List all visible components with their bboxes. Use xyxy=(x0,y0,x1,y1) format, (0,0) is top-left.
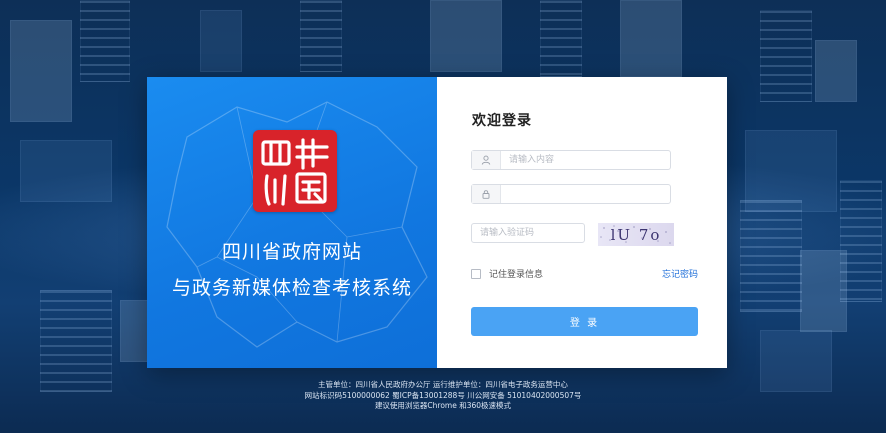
brand-panel: 四川省政府网站 与政务新媒体检查考核系统 xyxy=(147,77,437,368)
login-heading: 欢迎登录 xyxy=(472,113,532,129)
login-button[interactable]: 登 录 xyxy=(471,307,698,336)
captcha-text: lU 7o xyxy=(611,226,662,244)
bg-block xyxy=(540,0,582,77)
bg-block xyxy=(840,180,882,302)
lock-icon xyxy=(472,185,501,203)
bg-block xyxy=(200,10,242,72)
login-form: 欢迎登录 请输入内容 请输入验证码 lU 7o 记住登录信息 忘记密码 登 录 xyxy=(437,77,727,368)
bg-block xyxy=(430,0,502,72)
forgot-password-link[interactable]: 忘记密码 xyxy=(662,267,698,280)
bg-block xyxy=(760,10,812,102)
site-footer: 主管单位：四川省人民政府办公厅 运行维护单位：四川省电子政务运营中心 网站标识码… xyxy=(0,380,886,412)
bg-block xyxy=(300,0,342,72)
bg-block xyxy=(740,200,802,312)
captcha-input[interactable] xyxy=(471,223,585,243)
bg-block xyxy=(40,290,112,392)
government-seal-logo xyxy=(253,130,337,212)
password-input[interactable] xyxy=(501,186,670,202)
remember-checkbox[interactable] xyxy=(471,268,481,279)
sichuan-map-outline xyxy=(166,101,428,348)
seal-glyphs xyxy=(261,138,329,206)
username-input[interactable] xyxy=(501,152,670,168)
bg-block xyxy=(80,0,130,82)
bg-block xyxy=(20,140,112,202)
user-icon xyxy=(472,151,501,169)
username-field[interactable] xyxy=(471,150,671,170)
footer-sponsor-line: 主管单位：四川省人民政府办公厅 运行维护单位：四川省电子政务运营中心 xyxy=(318,380,568,389)
password-field[interactable] xyxy=(471,184,671,204)
remember-option[interactable]: 记住登录信息 xyxy=(471,267,543,280)
footer-registration-line: 网站标识码5100000062 蜀ICP备13001288号 川公网安备 510… xyxy=(304,390,582,400)
bg-block xyxy=(10,20,72,122)
captcha-image[interactable]: lU 7o xyxy=(598,223,674,246)
remember-label: 记住登录信息 xyxy=(489,270,544,280)
site-title-line1: 四川省政府网站 xyxy=(221,241,362,263)
site-title-line2: 与政务新媒体检查考核系统 xyxy=(171,277,412,299)
login-panel: 四川省政府网站 与政务新媒体检查考核系统 欢迎登录 请输入内容 请输入验证码 l… xyxy=(147,77,727,368)
bg-block xyxy=(815,40,857,102)
bg-block xyxy=(620,0,682,77)
footer-browser-note: 建议使用浏览器Chrome 和360极速模式 xyxy=(374,401,512,410)
